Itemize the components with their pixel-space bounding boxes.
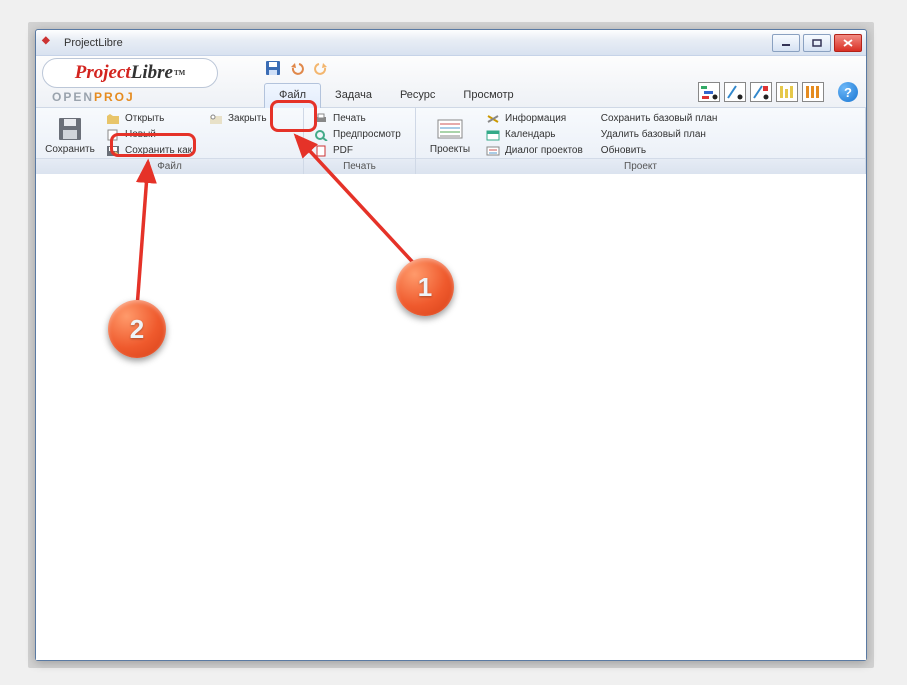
ribbon-group-project: Проекты Информация Календарь Диалог прое… [416, 108, 866, 173]
window-title: ProjectLibre [64, 37, 772, 49]
pdf-button[interactable]: PDF [310, 143, 404, 158]
undo-icon[interactable] [288, 59, 306, 77]
info-icon [485, 112, 501, 126]
print-button[interactable]: Печать [310, 111, 404, 126]
delete-baseline-button[interactable]: Удалить базовый план [598, 127, 721, 142]
group-label-print: Печать [304, 158, 415, 174]
preview-button[interactable]: Предпросмотр [310, 127, 404, 142]
quick-access-toolbar [264, 58, 330, 78]
new-button[interactable]: Новый [102, 127, 195, 142]
save-baseline-button[interactable]: Сохранить базовый план [598, 111, 721, 126]
maximize-button[interactable] [803, 34, 831, 52]
openproj-label: OPENPROJ [42, 90, 230, 104]
close-file-icon [208, 112, 224, 126]
tab-file[interactable]: Файл [264, 83, 321, 108]
minimize-button[interactable] [772, 34, 800, 52]
print-icon [313, 112, 329, 126]
resource-icon[interactable] [776, 82, 798, 102]
projects-icon [436, 116, 464, 142]
close-file-button[interactable]: Закрыть [205, 111, 270, 126]
help-button[interactable]: ? [838, 82, 858, 102]
save-icon [56, 116, 84, 142]
pdf-icon [313, 144, 329, 158]
dialog-icon [485, 144, 501, 158]
app-icon: ◆ [42, 35, 58, 51]
ribbon-group-print: Печать Предпросмотр PDF Печать [304, 108, 416, 173]
update-button[interactable]: Обновить [598, 143, 721, 158]
close-button[interactable] [834, 34, 862, 52]
network-icon[interactable] [724, 82, 746, 102]
projects-button[interactable]: Проекты [422, 110, 478, 158]
logo[interactable]: ProjectLibreTM [42, 58, 218, 88]
tab-view[interactable]: Просмотр [449, 84, 527, 107]
info-button[interactable]: Информация [482, 111, 586, 126]
open-button[interactable]: Открыть [102, 111, 195, 126]
redo-icon[interactable] [312, 59, 330, 77]
ribbon-group-file: Сохранить Открыть Новый Сохранить как За… [36, 108, 304, 173]
preview-icon [313, 128, 329, 142]
quick-save-icon[interactable] [264, 59, 282, 77]
save-button[interactable]: Сохранить [42, 110, 98, 158]
annotation-bubble-2: 2 [108, 300, 166, 358]
group-label-file: Файл [36, 158, 303, 174]
titlebar: ◆ ProjectLibre [36, 30, 866, 56]
ribbon-tabs: Файл Задача Ресурс Просмотр [264, 83, 528, 108]
report-icon[interactable] [802, 82, 824, 102]
open-icon [105, 112, 121, 126]
calendar-icon [485, 128, 501, 142]
tab-task[interactable]: Задача [321, 84, 386, 107]
calendar-button[interactable]: Календарь [482, 127, 586, 142]
wbs-icon[interactable] [750, 82, 772, 102]
save-as-icon [105, 144, 121, 158]
gantt-icon[interactable] [698, 82, 720, 102]
content-area [36, 174, 866, 660]
tab-resource[interactable]: Ресурс [386, 84, 449, 107]
ribbon: Сохранить Открыть Новый Сохранить как За… [36, 108, 866, 174]
annotation-bubble-1: 1 [396, 258, 454, 316]
save-as-button[interactable]: Сохранить как [102, 143, 195, 158]
group-label-project: Проект [416, 158, 865, 174]
view-shortcut-icons: ? [698, 82, 858, 102]
logo-area: ProjectLibreTM OPENPROJ [42, 58, 230, 106]
new-icon [105, 128, 121, 142]
top-strip: ProjectLibreTM OPENPROJ Файл Задача Ресу… [36, 56, 866, 108]
projects-dialog-button[interactable]: Диалог проектов [482, 143, 586, 158]
